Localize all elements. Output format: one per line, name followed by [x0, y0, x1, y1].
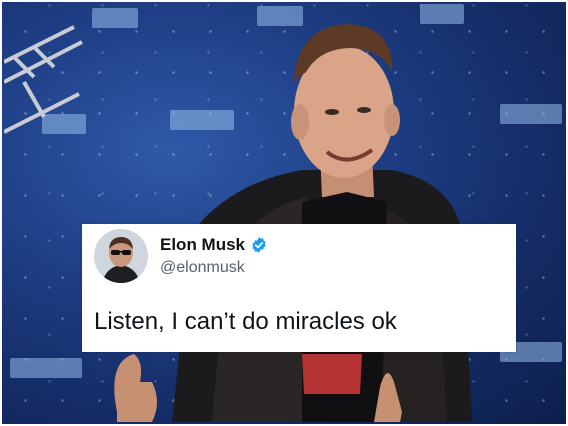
tweet-card: Elon Musk @elonmusk Listen, I can’t do m…: [82, 224, 516, 352]
tweet-author-row: Elon Musk: [160, 235, 268, 255]
meme-image: Elon Musk @elonmusk Listen, I can’t do m…: [0, 0, 568, 426]
avatar[interactable]: [94, 229, 148, 283]
person-photo: [114, 24, 472, 422]
author-handle[interactable]: @elonmusk: [160, 259, 245, 277]
background-photo: [2, 2, 566, 424]
tweet-text: Listen, I can’t do miracles ok: [94, 308, 397, 335]
verified-badge-icon: [252, 237, 266, 253]
avatar-image: [94, 229, 148, 283]
author-display-name[interactable]: Elon Musk: [160, 235, 245, 255]
